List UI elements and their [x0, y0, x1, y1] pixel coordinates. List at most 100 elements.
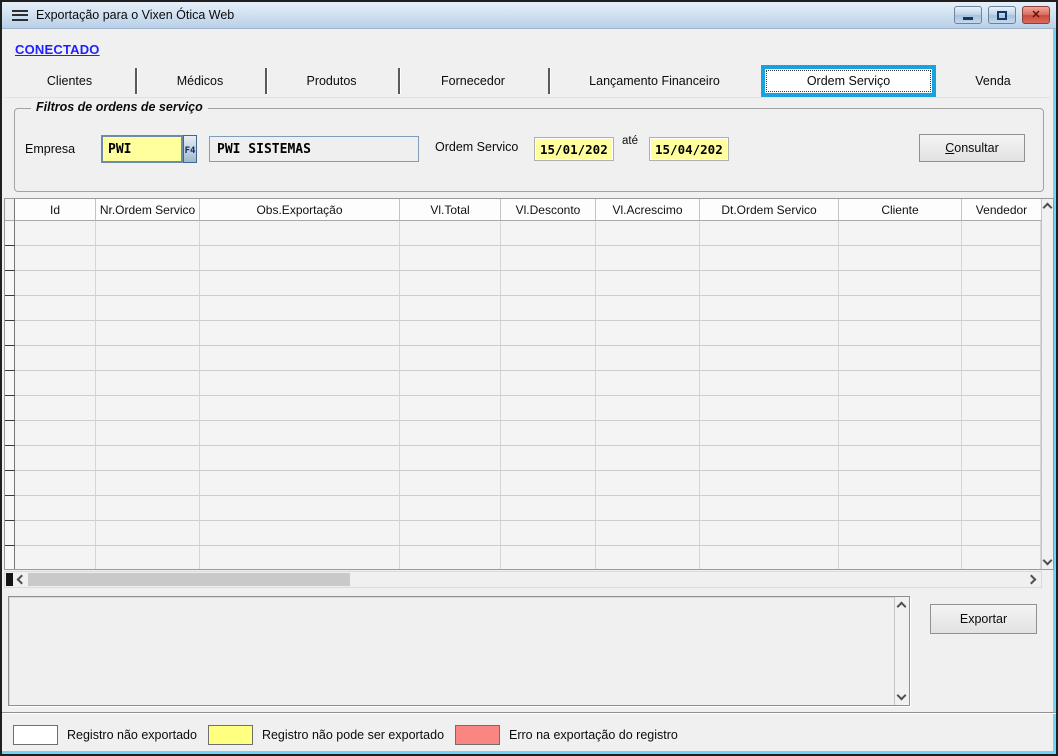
- row-indicator-cell: [5, 371, 15, 396]
- table-cell: [200, 321, 400, 346]
- column-header-cliente[interactable]: Cliente: [839, 199, 962, 221]
- table-cell: [96, 346, 200, 371]
- app-window: Exportação para o Vixen Ótica Web ✕ CONE…: [0, 0, 1058, 756]
- log-vertical-scrollbar[interactable]: [894, 597, 909, 705]
- table-row[interactable]: [5, 246, 1041, 271]
- table-cell: [962, 446, 1041, 471]
- table-cell: [200, 221, 400, 246]
- table-cell: [400, 346, 501, 371]
- table-cell: [962, 496, 1041, 521]
- scroll-up-icon[interactable]: [1043, 203, 1053, 213]
- table-cell: [96, 496, 200, 521]
- table-row[interactable]: [5, 396, 1041, 421]
- table-row[interactable]: [5, 521, 1041, 546]
- row-indicator-cell: [5, 521, 15, 546]
- grid-vertical-scrollbar[interactable]: [1041, 199, 1053, 569]
- table-cell: [700, 246, 839, 271]
- export-log[interactable]: [8, 596, 910, 706]
- grid-horizontal-scrollbar[interactable]: [4, 571, 1042, 588]
- table-cell: [596, 471, 700, 496]
- column-header-id[interactable]: Id: [15, 199, 96, 221]
- empresa-lookup-button[interactable]: F4: [183, 135, 197, 163]
- empresa-code-input[interactable]: [101, 135, 183, 163]
- row-indicator-cell: [5, 246, 15, 271]
- column-header-nr-ordem[interactable]: Nr.Ordem Servico: [96, 199, 200, 221]
- table-cell: [200, 246, 400, 271]
- scroll-down-icon[interactable]: [897, 691, 907, 701]
- scroll-left-icon[interactable]: [17, 575, 27, 585]
- table-row[interactable]: [5, 271, 1041, 296]
- column-header-vl-acrescimo[interactable]: Vl.Acrescimo: [596, 199, 700, 221]
- row-indicator-cell: [5, 421, 15, 446]
- column-header-obs-exportacao[interactable]: Obs.Exportação: [200, 199, 400, 221]
- connection-status-link[interactable]: CONECTADO: [15, 42, 100, 57]
- table-cell: [15, 271, 96, 296]
- table-row[interactable]: [5, 371, 1041, 396]
- tab-clientes[interactable]: Clientes: [4, 65, 135, 97]
- tab-ordem-servico[interactable]: Ordem Serviço: [761, 65, 936, 97]
- minimize-button[interactable]: [954, 6, 982, 24]
- table-cell: [839, 496, 962, 521]
- column-header-vl-desconto[interactable]: Vl.Desconto: [501, 199, 596, 221]
- legend-divider: [2, 712, 1056, 714]
- date-from-input[interactable]: [534, 137, 614, 161]
- tab-produtos[interactable]: Produtos: [265, 65, 398, 97]
- table-cell: [200, 421, 400, 446]
- table-cell: [15, 521, 96, 546]
- red-status-swatch: [455, 725, 500, 745]
- table-row[interactable]: [5, 221, 1041, 246]
- table-cell: [501, 521, 596, 546]
- column-header-dt-ordem[interactable]: Dt.Ordem Servico: [700, 199, 839, 221]
- table-row[interactable]: [5, 421, 1041, 446]
- table-row[interactable]: [5, 446, 1041, 471]
- table-cell: [596, 271, 700, 296]
- table-cell: [962, 321, 1041, 346]
- table-row[interactable]: [5, 346, 1041, 371]
- tab-lancamento-financeiro[interactable]: Lançamento Financeiro: [548, 65, 761, 97]
- close-button[interactable]: ✕: [1022, 6, 1050, 24]
- column-header-vendedor[interactable]: Vendedor: [962, 199, 1041, 221]
- table-cell: [596, 346, 700, 371]
- table-cell: [200, 271, 400, 296]
- table-row[interactable]: [5, 321, 1041, 346]
- table-row[interactable]: [5, 496, 1041, 521]
- table-row[interactable]: [5, 471, 1041, 496]
- table-cell: [96, 471, 200, 496]
- table-row[interactable]: [5, 546, 1041, 569]
- table-cell: [15, 546, 96, 569]
- close-icon: ✕: [1031, 10, 1040, 21]
- date-to-input[interactable]: [649, 137, 729, 161]
- tab-medicos[interactable]: Médicos: [135, 65, 265, 97]
- table-cell: [501, 271, 596, 296]
- table-cell: [962, 371, 1041, 396]
- table-cell: [596, 396, 700, 421]
- grid-indicator-header: [5, 199, 15, 221]
- scroll-down-icon[interactable]: [1043, 556, 1053, 566]
- tab-fornecedor[interactable]: Fornecedor: [398, 65, 548, 97]
- scroll-right-icon[interactable]: [1027, 575, 1037, 585]
- orders-grid: Id Nr.Ordem Servico Obs.Exportação Vl.To…: [4, 198, 1054, 570]
- consultar-button[interactable]: Consultar: [919, 134, 1025, 162]
- table-cell: [839, 346, 962, 371]
- tab-venda[interactable]: Venda: [936, 65, 1050, 97]
- exportar-button[interactable]: Exportar: [930, 604, 1037, 634]
- table-cell: [839, 421, 962, 446]
- table-cell: [962, 246, 1041, 271]
- log-section: Exportar: [8, 596, 1050, 708]
- table-row[interactable]: [5, 296, 1041, 321]
- table-cell: [839, 271, 962, 296]
- table-cell: [839, 246, 962, 271]
- maximize-button[interactable]: [988, 6, 1016, 24]
- legend-item-export-error: Erro na exportação do registro: [455, 725, 678, 745]
- scroll-up-icon[interactable]: [897, 602, 907, 612]
- column-header-vl-total[interactable]: Vl.Total: [400, 199, 501, 221]
- horizontal-scroll-thumb[interactable]: [28, 573, 350, 586]
- window-controls: ✕: [954, 6, 1050, 24]
- table-cell: [962, 521, 1041, 546]
- hamburger-menu-icon[interactable]: [12, 10, 28, 21]
- title-bar[interactable]: Exportação para o Vixen Ótica Web ✕: [2, 2, 1056, 29]
- table-cell: [962, 296, 1041, 321]
- filters-group-title: Filtros de ordens de serviço: [31, 100, 208, 114]
- table-cell: [962, 271, 1041, 296]
- legend-item-not-exported: Registro não exportado: [13, 725, 197, 745]
